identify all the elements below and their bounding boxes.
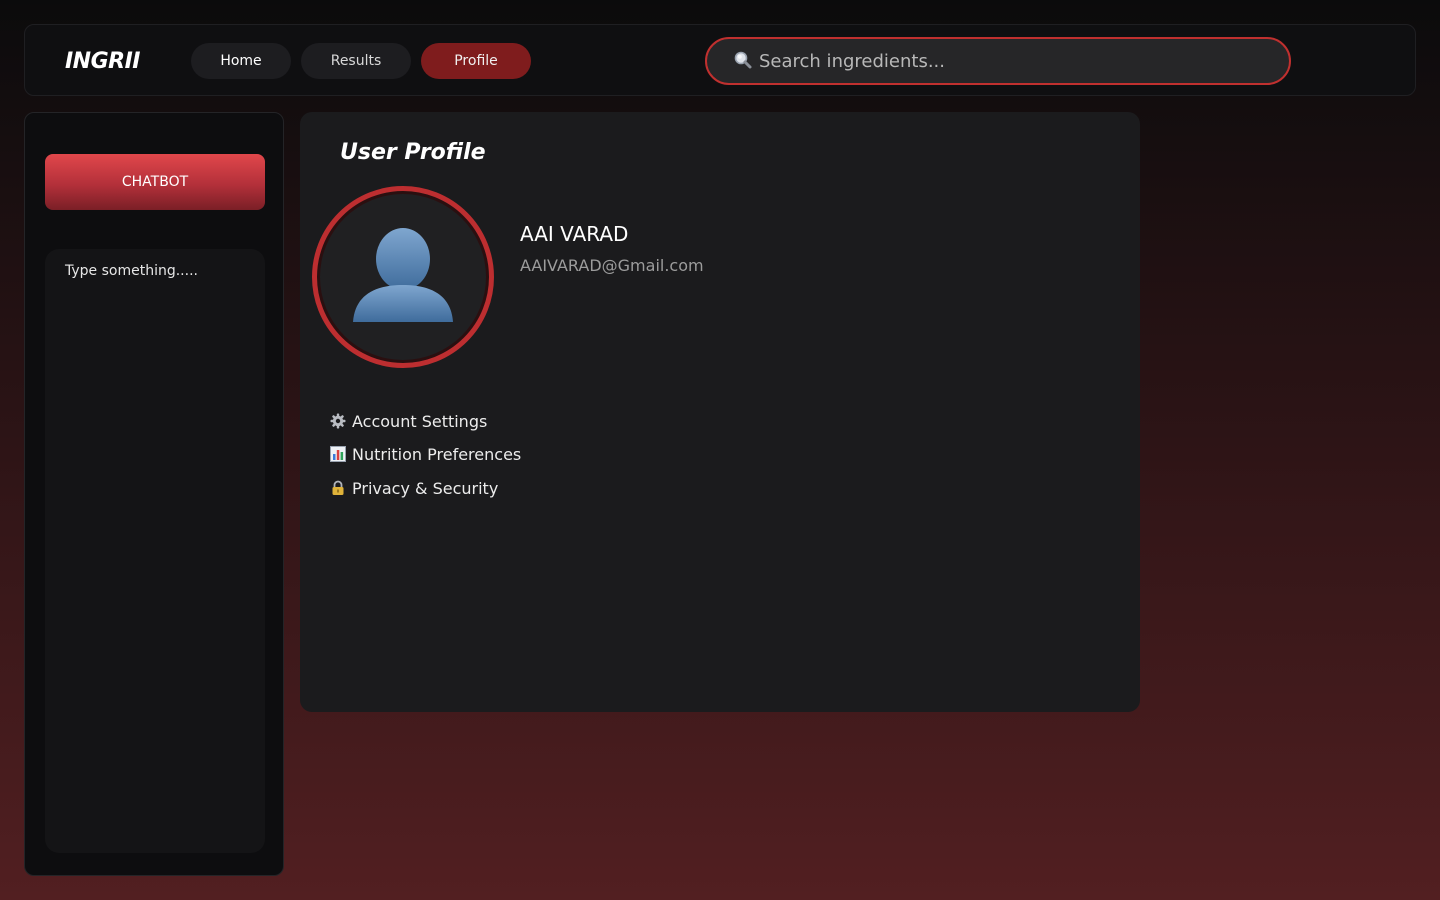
chatbot-sidebar: CHATBOT	[24, 112, 284, 876]
nav-profile-button[interactable]: Profile	[421, 43, 531, 79]
menu-privacy-security[interactable]: Privacy & Security	[330, 476, 498, 500]
page-title: User Profile	[340, 140, 486, 165]
app-logo[interactable]: INGRII	[65, 49, 140, 74]
nav-results-button[interactable]: Results	[301, 43, 411, 79]
top-navbar: INGRII Home Results Profile	[24, 24, 1416, 96]
menu-nutrition-preferences[interactable]: Nutrition Preferences	[330, 442, 521, 466]
menu-account-settings[interactable]: Account Settings	[330, 409, 487, 433]
profile-card: User Profile AAI VARAD AAIVARAD@Gmail.co…	[300, 112, 1140, 712]
chat-input[interactable]	[45, 249, 265, 853]
gear-icon	[330, 413, 346, 429]
search-bar	[705, 37, 1291, 85]
user-email: AAIVARAD@Gmail.com	[520, 256, 704, 275]
nav-home-button[interactable]: Home	[191, 43, 291, 79]
bar-chart-icon	[330, 446, 346, 462]
chatbot-button[interactable]: CHATBOT	[45, 154, 265, 210]
avatar[interactable]	[312, 186, 494, 368]
menu-label: Privacy & Security	[352, 478, 499, 498]
menu-label: Account Settings	[352, 411, 488, 431]
user-name: AAI VARAD	[520, 222, 629, 246]
user-silhouette-icon	[353, 228, 453, 322]
magnifier-icon	[733, 50, 755, 72]
menu-label: Nutrition Preferences	[352, 444, 522, 464]
search-input[interactable]	[759, 50, 1239, 72]
lock-icon	[330, 480, 346, 496]
